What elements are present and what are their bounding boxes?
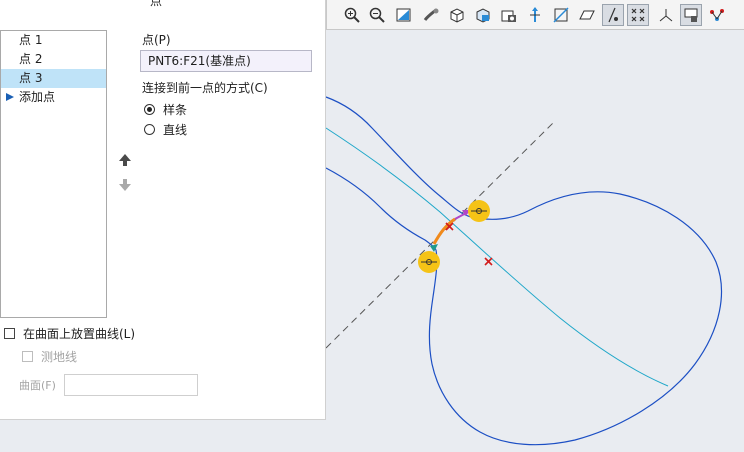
zoom-out-icon[interactable] — [366, 4, 388, 26]
surface-label: 曲面(F) — [19, 379, 56, 392]
geodesic-label: 测地线 — [41, 350, 78, 364]
saved-orientations-icon[interactable] — [472, 4, 494, 26]
point-display-icon[interactable] — [602, 4, 624, 26]
selected-spline-segment[interactable] — [432, 217, 456, 245]
cyan-sketch-curve[interactable] — [325, 127, 669, 387]
connect-method-label: 连接到前一点的方式(C) — [142, 81, 268, 95]
add-point-item[interactable]: 添加点 — [1, 88, 106, 107]
point-list[interactable]: 点 1 点 2 点 3 添加点 — [0, 30, 107, 318]
refit-icon[interactable] — [393, 4, 415, 26]
annotation-display-icon[interactable] — [655, 4, 677, 26]
drag-handle-lower[interactable] — [418, 251, 440, 273]
view-toolbar — [326, 0, 744, 30]
point-label: 点(P) — [142, 33, 171, 47]
place-on-surface-option[interactable]: 在曲面上放置曲线(L) — [4, 325, 135, 342]
datum-point-cross-2[interactable] — [484, 257, 493, 266]
spin-center-icon[interactable] — [680, 4, 702, 26]
radio-spline[interactable]: 样条 — [144, 101, 187, 117]
blue-boundary-curve-upper[interactable] — [325, 96, 723, 446]
plane-display-icon[interactable] — [550, 4, 572, 26]
radio-spline-label: 样条 — [163, 102, 188, 117]
geodesic-option: 测地线 — [22, 348, 77, 365]
radio-line[interactable]: 直线 — [144, 121, 187, 137]
blue-boundary-curve-lower[interactable] — [325, 167, 437, 251]
geodesic-checkbox — [22, 351, 33, 362]
display-style-icon[interactable] — [446, 4, 468, 26]
zoom-in-icon[interactable] — [341, 4, 363, 26]
move-down-arrow-icon[interactable] — [117, 177, 133, 193]
point-reference-field[interactable]: PNT6:F21(基准点) — [140, 50, 312, 72]
axis-display-icon[interactable] — [576, 4, 598, 26]
arrow-right-icon — [6, 93, 14, 101]
add-point-label: 添加点 — [19, 90, 56, 104]
radio-line-label: 直线 — [163, 122, 188, 137]
drag-handle-upper[interactable] — [468, 200, 490, 222]
place-on-surface-checkbox[interactable] — [4, 328, 15, 339]
list-item-point-2[interactable]: 点 2 — [1, 50, 106, 69]
surface-collector-field — [64, 374, 198, 396]
view-manager-icon[interactable] — [498, 4, 520, 26]
radio-line-button[interactable] — [144, 123, 155, 135]
radio-spline-button[interactable] — [144, 103, 155, 115]
move-up-arrow-icon[interactable] — [117, 152, 133, 168]
more-display-icon[interactable] — [706, 4, 728, 26]
place-on-surface-label: 在曲面上放置曲线(L) — [23, 327, 136, 341]
repaint-icon[interactable] — [420, 4, 442, 26]
list-item-point-1[interactable]: 点 1 — [1, 31, 106, 50]
list-item-label: 点 2 — [19, 52, 43, 66]
list-item-label: 点 3 — [19, 71, 43, 85]
list-item-label: 点 1 — [19, 33, 43, 47]
panel-header-clipped: 点 — [150, 0, 163, 8]
list-item-point-3[interactable]: 点 3 — [1, 69, 106, 88]
curve-through-points-panel: 点 点 1 点 2 点 3 添加点 点(P) PNT6:F21(基准点) 连接到… — [0, 0, 326, 420]
perspective-icon[interactable] — [524, 4, 546, 26]
csys-display-icon[interactable] — [627, 4, 649, 26]
